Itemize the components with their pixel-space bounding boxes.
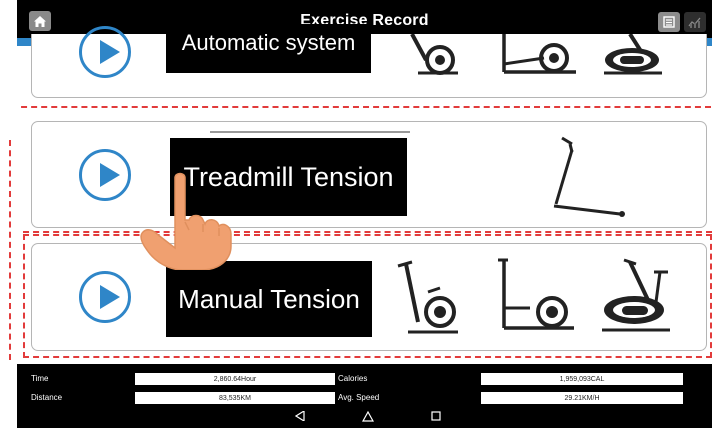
stat-label-calories: Calories bbox=[338, 374, 368, 383]
pointing-hand-icon bbox=[140, 172, 232, 270]
stat-label-time: Time bbox=[31, 374, 49, 383]
recents-button[interactable] bbox=[429, 409, 443, 423]
stat-value-distance: 83,535KM bbox=[135, 392, 335, 404]
mode-card-automatic[interactable]: Automatic system bbox=[31, 24, 707, 98]
highlight-region-treadmill bbox=[23, 109, 712, 233]
stat-value-avg-speed: 29.21KM/H bbox=[481, 392, 683, 404]
mode-list: Automatic system Treadmill Tension Manua… bbox=[17, 24, 712, 364]
play-icon bbox=[79, 26, 131, 78]
back-icon bbox=[295, 411, 305, 421]
record-list-button[interactable] bbox=[658, 12, 680, 32]
recents-icon bbox=[431, 411, 441, 421]
chart-icon bbox=[688, 17, 701, 28]
highlight-region-manual bbox=[23, 234, 712, 358]
home-nav-button[interactable] bbox=[361, 409, 375, 423]
home-nav-icon bbox=[362, 410, 374, 422]
highlight-dash-left bbox=[9, 140, 12, 360]
stat-label-distance: Distance bbox=[31, 393, 63, 402]
stat-value-time: 2,860.64Hour bbox=[135, 373, 335, 385]
stat-value-calories: 1,959,093CAL bbox=[481, 373, 683, 385]
upright-bike-icon bbox=[410, 34, 458, 75]
system-nav-bar bbox=[17, 404, 712, 428]
mode-label-automatic: Automatic system bbox=[166, 24, 371, 73]
recumbent-bike-icon bbox=[502, 34, 576, 74]
stat-label-avg-speed: Avg. Speed bbox=[338, 393, 380, 402]
spin-bike-icon bbox=[604, 34, 662, 75]
back-button[interactable] bbox=[293, 409, 307, 423]
exercise-stats: Time 2,860.64Hour Calories 1,959,093CAL … bbox=[17, 364, 712, 406]
statistics-chart-button[interactable] bbox=[684, 12, 706, 32]
highlight-region-top bbox=[17, 106, 711, 108]
app-screen: Exercise Record Automatic system Treadmi… bbox=[17, 0, 712, 428]
list-icon bbox=[663, 16, 675, 28]
